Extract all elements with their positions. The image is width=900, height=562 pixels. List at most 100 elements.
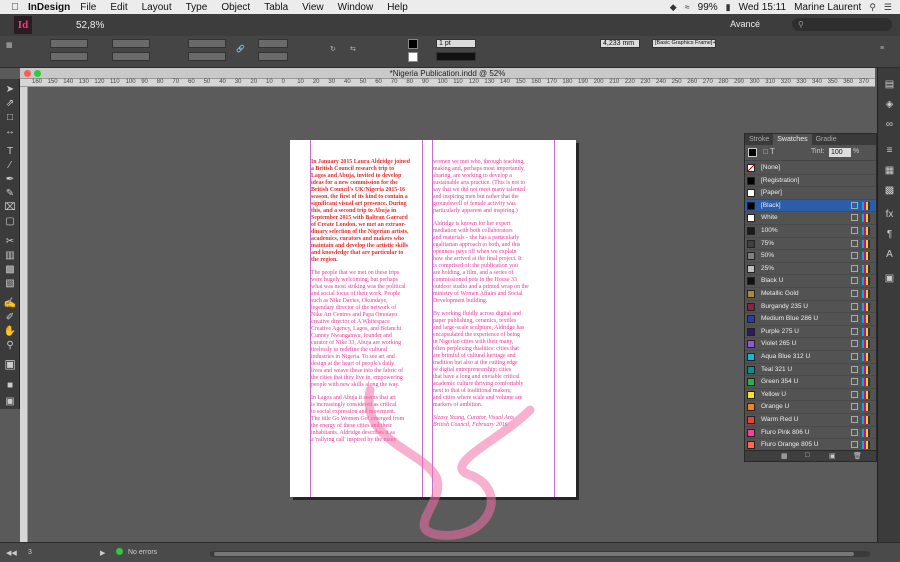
y-field[interactable] <box>50 52 88 61</box>
menu-file[interactable]: File <box>80 2 96 13</box>
menu-type[interactable]: Type <box>186 2 208 13</box>
swatch-row[interactable]: 75% <box>745 238 876 251</box>
apple-icon[interactable]:  <box>8 2 22 13</box>
notification-icon[interactable]: ☰ <box>884 2 892 13</box>
next-page-icon[interactable]: ▶ <box>100 549 105 557</box>
scale-x-field[interactable] <box>188 39 226 48</box>
preflight-errors[interactable]: No errors <box>128 549 157 556</box>
new-group-icon[interactable]: ▦ <box>781 452 788 460</box>
document-page[interactable]: In January 2015 Laura Aldridge joined a B… <box>290 140 576 497</box>
scissors-tool-icon[interactable]: ✂ <box>3 235 17 249</box>
line-tool-icon[interactable]: ⁄ <box>3 159 17 173</box>
selection-tool-icon[interactable]: ➤ <box>3 83 17 97</box>
show-options-icon[interactable]: ▣ <box>829 452 836 460</box>
user-name[interactable]: Marine Laurent <box>794 2 861 13</box>
menu-edit[interactable]: Edit <box>110 2 127 13</box>
direct-selection-tool-icon[interactable]: ⇗ <box>3 97 17 111</box>
swatch-row[interactable]: 100% <box>745 225 876 238</box>
swatch-row[interactable]: Black U <box>745 275 876 288</box>
fill-swatch[interactable] <box>408 39 418 49</box>
wifi-icon[interactable]: ≈ <box>685 2 690 12</box>
pages-icon[interactable]: ▤ <box>883 78 896 91</box>
spotlight-icon[interactable]: ⚲ <box>869 2 876 13</box>
pencil-tool-icon[interactable]: ✎ <box>3 187 17 201</box>
menu-window[interactable]: Window <box>338 2 374 13</box>
new-swatch-icon[interactable]: □ <box>805 452 809 459</box>
swatch-row[interactable]: [Registration] <box>745 175 876 188</box>
screen-mode-icon[interactable]: ▣ <box>3 395 17 409</box>
measure-field[interactable]: 4,233 mm <box>600 39 640 48</box>
formatting-affects-container-icon[interactable]: ■ <box>3 379 17 393</box>
note-tool-icon[interactable]: ✍ <box>3 297 17 311</box>
gap-tool-icon[interactable]: ↔ <box>3 125 17 139</box>
gradient-feather-tool-icon[interactable]: ▧ <box>3 277 17 291</box>
horizontal-scrollbar[interactable] <box>210 551 870 557</box>
stroke-type-select[interactable] <box>436 52 476 61</box>
swatch-row[interactable]: Metallic Gold <box>745 288 876 301</box>
color-icon[interactable]: ▩ <box>883 184 896 197</box>
swatch-row[interactable]: [None] <box>745 162 876 175</box>
workspace-switcher[interactable]: Avancé <box>730 19 760 29</box>
rotate-icon[interactable]: ↻ <box>330 45 336 53</box>
scrollbar-thumb[interactable] <box>214 552 854 556</box>
swatch-row[interactable]: Yellow U <box>745 389 876 402</box>
stroke-icon[interactable]: ≡ <box>883 144 896 157</box>
swatch-row[interactable]: Violet 265 U <box>745 338 876 351</box>
page-number-field[interactable]: 3 <box>28 549 32 556</box>
menu-view[interactable]: View <box>302 2 324 13</box>
gradient-tool-icon[interactable]: ▩ <box>3 263 17 277</box>
first-page-icon[interactable]: ◀◀ <box>6 549 17 557</box>
swatch-row[interactable]: 25% <box>745 263 876 276</box>
swatch-row[interactable]: Teal 321 U <box>745 364 876 377</box>
tab-swatches[interactable]: Swatches <box>773 134 812 145</box>
eyedropper-tool-icon[interactable]: ✐ <box>3 311 17 325</box>
swatch-row[interactable]: Medium Blue 286 U <box>745 313 876 326</box>
swatch-row[interactable]: Aqua Blue 312 U <box>745 351 876 364</box>
x-field[interactable] <box>50 39 88 48</box>
tab-gradient[interactable]: Gradie <box>812 134 841 145</box>
shear-field[interactable] <box>258 52 288 61</box>
zoom-level[interactable]: 52,8% <box>76 20 104 31</box>
text-frame-col2[interactable]: women we met who, through teaching, makin… <box>433 159 529 429</box>
delete-swatch-icon[interactable]: 🗑 <box>853 452 862 460</box>
zoom-tool-icon[interactable]: ⚲ <box>3 339 17 353</box>
free-transform-tool-icon[interactable]: ▥ <box>3 249 17 263</box>
tab-stroke[interactable]: Stroke <box>745 134 773 145</box>
height-field[interactable] <box>112 52 150 61</box>
scale-y-field[interactable] <box>188 52 226 61</box>
swatch-row[interactable]: 50% <box>745 250 876 263</box>
page-tool-icon[interactable]: □ <box>3 111 17 125</box>
fill-stroke-icon[interactable] <box>748 148 757 157</box>
dropbox-icon[interactable]: ◆ <box>670 2 677 13</box>
vertical-ruler[interactable] <box>20 87 28 542</box>
menu-table[interactable]: Tabla <box>264 2 288 13</box>
rectangle-frame-tool-icon[interactable]: ⌧ <box>3 201 17 215</box>
character-styles-icon[interactable]: A <box>883 248 896 261</box>
object-style-select[interactable]: [Basic Graphics Frame]+ <box>652 39 716 48</box>
flip-icon[interactable]: ⇆ <box>350 45 356 53</box>
swatch-row[interactable]: Green 354 U <box>745 376 876 389</box>
links-icon[interactable]: ∞ <box>883 118 896 131</box>
panel-menu-icon[interactable]: ≡ <box>880 45 884 52</box>
swatch-row[interactable]: Warm Red U <box>745 414 876 427</box>
menu-object[interactable]: Object <box>221 2 250 13</box>
app-menu[interactable]: InDesign <box>28 2 70 13</box>
clock[interactable]: Wed 15:11 <box>739 2 786 13</box>
fill-stroke-icon[interactable]: ▣ <box>3 357 17 371</box>
rectangle-tool-icon[interactable]: ▢ <box>3 215 17 229</box>
swatch-row[interactable]: [Paper] <box>745 187 876 200</box>
swatch-row[interactable]: [Black] <box>745 199 876 213</box>
reference-point-icon[interactable]: ▦ <box>6 41 13 49</box>
stroke-weight-field[interactable]: 1 pt <box>436 39 476 48</box>
swatches-icon[interactable]: ▦ <box>883 164 896 177</box>
search-field[interactable]: ⚲ <box>792 18 892 31</box>
paragraph-styles-icon[interactable]: ¶ <box>883 228 896 241</box>
menu-layout[interactable]: Layout <box>142 2 172 13</box>
horizontal-ruler[interactable]: 160 150 140 130 120 110 100 90 80 70 60 50 40 30 20 10 0… <box>20 79 875 87</box>
width-field[interactable] <box>112 39 150 48</box>
rotate-field[interactable] <box>258 39 288 48</box>
hand-tool-icon[interactable]: ✋ <box>3 325 17 339</box>
text-frame-col1[interactable]: In January 2015 Laura Aldridge joined a B… <box>311 159 410 444</box>
swatch-row[interactable]: Purple 275 U <box>745 326 876 339</box>
battery-icon[interactable]: ▮ <box>726 2 731 13</box>
